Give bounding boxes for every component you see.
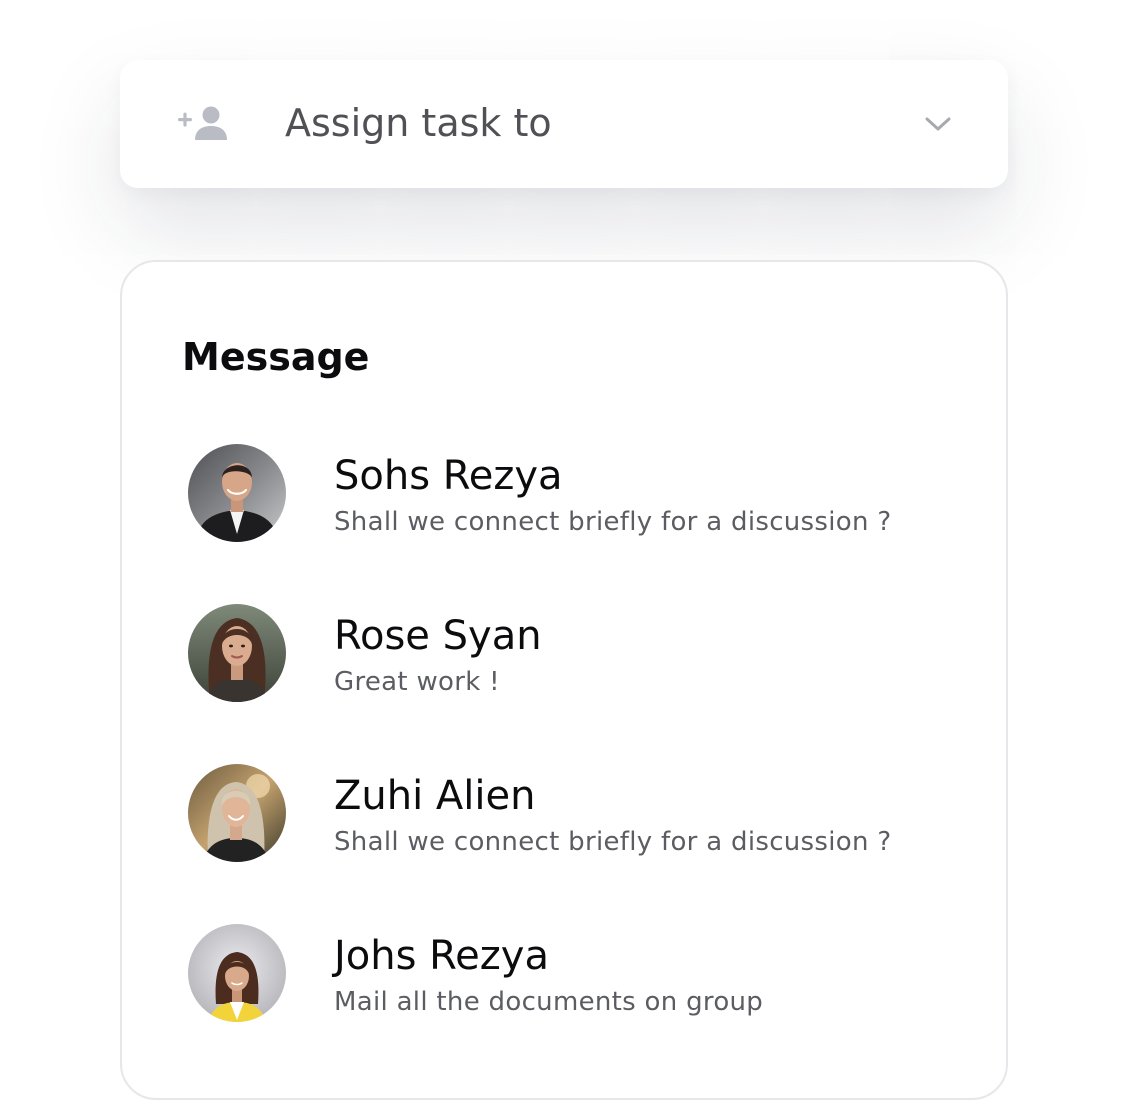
avatar-woman-yellow-jacket	[188, 924, 286, 1022]
message-preview: Shall we connect briefly for a discussio…	[334, 507, 892, 537]
assign-task-dropdown[interactable]: Assign task to	[120, 60, 1008, 188]
message-preview: Mail all the documents on group	[334, 987, 764, 1017]
message-preview: Shall we connect briefly for a discussio…	[334, 827, 892, 857]
sender-name: Rose Syan	[334, 613, 542, 659]
message-panel: Message Sohs Rezya Shall we connect brie…	[120, 260, 1008, 1100]
add-person-icon	[178, 106, 227, 140]
message-item[interactable]: Johs Rezya Mail all the documents on gro…	[188, 924, 948, 1024]
sender-name: Sohs Rezya	[334, 453, 563, 499]
chevron-down-icon[interactable]	[925, 116, 951, 132]
avatar	[188, 764, 286, 862]
avatar	[188, 444, 286, 542]
message-item[interactable]: Sohs Rezya Shall we connect briefly for …	[188, 444, 948, 544]
message-item[interactable]: Rose Syan Great work !	[188, 604, 948, 704]
message-preview: Great work !	[334, 667, 500, 697]
avatar	[188, 604, 286, 702]
message-item[interactable]: Zuhi Alien Shall we connect briefly for …	[188, 764, 948, 864]
avatar-man-suit	[188, 444, 286, 542]
assign-task-label: Assign task to	[285, 101, 552, 145]
avatar-woman-blonde	[188, 764, 286, 862]
avatar-woman-dark-hair	[188, 604, 286, 702]
message-title: Message	[182, 335, 370, 379]
sender-name: Johs Rezya	[334, 933, 549, 979]
avatar	[188, 924, 286, 1022]
sender-name: Zuhi Alien	[334, 773, 536, 819]
